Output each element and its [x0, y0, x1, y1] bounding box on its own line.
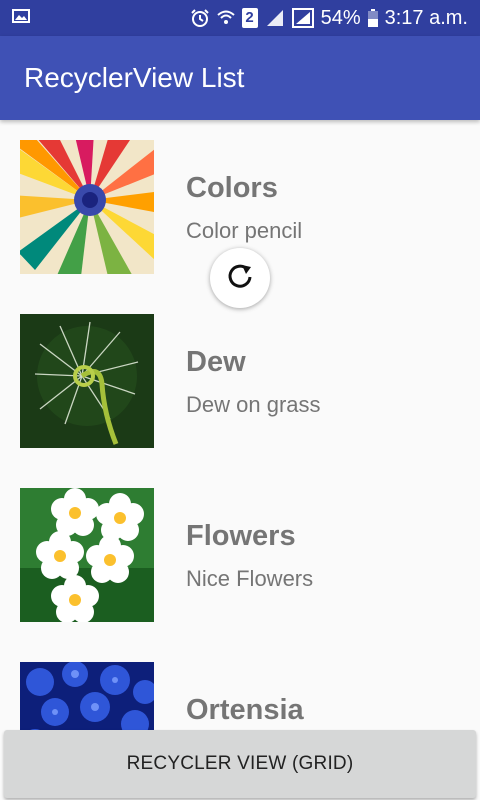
recycler-list[interactable]: Colors Color pencil Dew Dew on grass Flo…: [0, 120, 480, 730]
app-bar: RecyclerView List: [0, 36, 480, 120]
item-title: Flowers: [186, 520, 296, 552]
item-subtitle: Nice Flowers: [186, 566, 314, 591]
list-item[interactable]: Ortensia: [0, 642, 480, 730]
item-title: Dew: [186, 346, 246, 378]
list-item[interactable]: Dew Dew on grass: [0, 294, 480, 468]
signal-icon: [265, 8, 285, 28]
item-title: Ortensia: [186, 694, 304, 726]
sim-icon: 2: [241, 8, 258, 28]
page-title: RecyclerView List: [24, 62, 245, 93]
item-thumbnail: [20, 314, 154, 448]
image-icon: [12, 8, 30, 28]
recycler-grid-button-label: RECYCLER VIEW (GRID): [126, 753, 354, 774]
clock: 3:17 a.m.: [384, 6, 468, 29]
list-item[interactable]: Flowers Nice Flowers: [0, 468, 480, 642]
item-thumbnail: [20, 140, 154, 274]
battery-percent: 54%: [320, 6, 361, 29]
refresh-icon: [225, 261, 255, 296]
refresh-indicator: [210, 248, 270, 308]
status-bar: 2 54% 3:17 a.m.: [0, 0, 480, 36]
item-thumbnail: [20, 488, 154, 622]
item-thumbnail: [20, 662, 154, 730]
recycler-grid-button[interactable]: RECYCLER VIEW (GRID): [4, 730, 476, 798]
item-title: Colors: [186, 172, 278, 204]
battery-icon: [367, 9, 378, 27]
alarm-icon: [190, 8, 210, 28]
signal-icon: [291, 8, 314, 28]
item-subtitle: Color pencil: [186, 218, 303, 243]
item-subtitle: Dew on grass: [186, 392, 321, 417]
wifi-icon: [216, 9, 235, 27]
